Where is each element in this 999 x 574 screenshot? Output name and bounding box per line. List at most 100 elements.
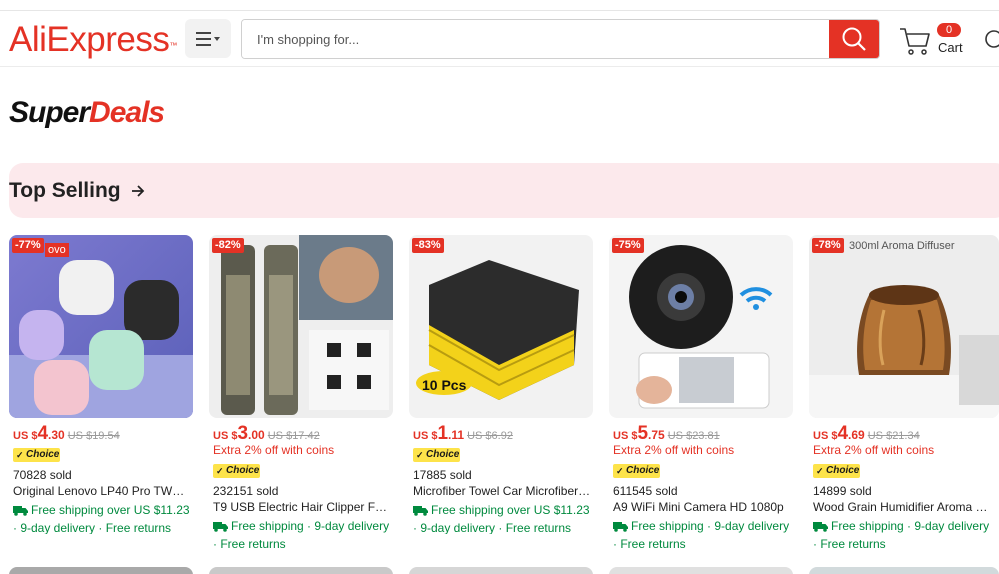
shipping-info: Free shipping · 9-day delivery · Free re… xyxy=(613,518,793,552)
price-currency: US $ xyxy=(13,430,38,442)
aliexpress-logo[interactable]: AliExpress™ xyxy=(9,20,177,60)
product-image[interactable]: -82% xyxy=(209,235,393,418)
product-image[interactable]: -75% xyxy=(609,235,793,418)
logo-text: AliExpress xyxy=(9,20,170,59)
discount-badge: -77% xyxy=(12,238,44,253)
cart-count-badge: 0 xyxy=(937,23,961,37)
truck-icon xyxy=(613,520,628,536)
coins-offer: Extra 2% off with coins xyxy=(813,443,935,457)
choice-badge: Choice xyxy=(213,464,260,478)
choice-badge: Choice xyxy=(813,464,860,478)
product-card-next-row[interactable] xyxy=(609,567,793,574)
discount-badge: -83% xyxy=(412,238,444,253)
product-card-next-row[interactable] xyxy=(9,567,193,574)
product-title[interactable]: T9 USB Electric Hair Clipper For Men xyxy=(213,500,391,514)
aroma-diffuser-image xyxy=(809,235,999,418)
price-currency: US $ xyxy=(213,430,238,442)
product-image[interactable]: -83% 10 Pcs xyxy=(409,235,593,418)
product-title[interactable]: Wood Grain Humidifier Aroma Diffuser xyxy=(813,500,989,514)
cart-icon xyxy=(900,28,930,55)
page-title-part2: Deals xyxy=(89,96,165,129)
image-caption: 300ml Aroma Diffuser xyxy=(849,240,955,252)
sold-count: 70828 sold xyxy=(13,468,72,482)
coins-offer: Extra 2% off with coins xyxy=(613,443,735,457)
shipping-text: Free shipping · 9-day delivery · Free re… xyxy=(813,519,990,551)
old-price: US $17.42 xyxy=(267,430,320,442)
shipping-info: Free shipping over US $11.23 · 9-day del… xyxy=(13,502,193,534)
product-title[interactable]: Microfiber Towel Car Microfiber Cloth xyxy=(413,484,591,498)
old-price: US $21.34 xyxy=(867,430,920,442)
coins-offer: Extra 2% off with coins xyxy=(213,443,335,457)
price-int: 5 xyxy=(637,423,649,444)
search-input[interactable] xyxy=(242,20,831,58)
price-dec: .69 xyxy=(848,428,865,442)
choice-badge: Choice xyxy=(413,448,460,462)
price-dec: .75 xyxy=(648,428,665,442)
price: US $4.30 US $19.54 xyxy=(13,423,120,445)
shipping-text: Free shipping · 9-day delivery · Free re… xyxy=(213,519,390,551)
price: US $5.75 US $23.81 xyxy=(613,423,720,445)
price: US $1.11 US $6.92 xyxy=(413,423,513,445)
mini-camera-image xyxy=(609,235,793,418)
price: US $3.00 US $17.42 xyxy=(213,423,320,445)
price-currency: US $ xyxy=(613,430,638,442)
shipping-info: Free shipping · 9-day delivery · Free re… xyxy=(213,518,393,552)
old-price: US $19.54 xyxy=(67,430,120,442)
old-price: US $23.81 xyxy=(667,430,720,442)
image-pack-label: 10 Pcs xyxy=(422,377,467,393)
image-brand-text: ovo xyxy=(45,243,69,257)
price-int: 1 xyxy=(437,423,449,444)
header: AliExpress™ 0 Cart xyxy=(0,11,999,67)
page-title-part1: Super xyxy=(9,96,90,129)
price-currency: US $ xyxy=(813,430,838,442)
old-price: US $6.92 xyxy=(467,430,513,442)
shipping-text: Free shipping over US $11.23 · 9-day del… xyxy=(413,503,590,534)
search-bar xyxy=(241,19,880,59)
product-title[interactable]: A9 WiFi Mini Camera HD 1080p xyxy=(613,500,791,514)
search-button[interactable] xyxy=(829,20,879,58)
user-account-icon[interactable] xyxy=(983,28,999,50)
cart-label: Cart xyxy=(938,40,963,55)
shipping-text: Free shipping · 9-day delivery · Free re… xyxy=(613,519,790,551)
shipping-info: Free shipping · 9-day delivery · Free re… xyxy=(813,518,993,552)
truck-icon xyxy=(13,504,28,520)
truck-icon xyxy=(213,520,228,536)
top-selling-header[interactable]: Top Selling xyxy=(9,163,999,218)
product-image[interactable]: -78% 300ml Aroma Diffuser xyxy=(809,235,999,418)
page-title: SuperDeals xyxy=(9,95,165,131)
price-currency: US $ xyxy=(413,430,438,442)
category-menu-button[interactable] xyxy=(185,19,231,58)
shipping-info: Free shipping over US $11.23 · 9-day del… xyxy=(413,502,593,534)
search-icon xyxy=(842,27,866,51)
sold-count: 232151 sold xyxy=(213,484,279,498)
hamburger-menu-icon xyxy=(196,31,220,46)
product-image[interactable]: -77% ovo xyxy=(9,235,193,418)
sold-count: 611545 sold xyxy=(613,484,678,498)
earbuds-image xyxy=(9,235,193,418)
cart-button[interactable]: 0 Cart xyxy=(899,23,969,57)
arrow-right-icon xyxy=(131,184,145,198)
product-title[interactable]: Original Lenovo LP40 Pro TWS Wireless Ea… xyxy=(13,484,191,498)
product-card-next-row[interactable] xyxy=(409,567,593,574)
discount-badge: -82% xyxy=(212,238,244,253)
section-title: Top Selling xyxy=(9,178,121,202)
discount-badge: -78% xyxy=(812,238,844,253)
product-card-next-row[interactable] xyxy=(209,567,393,574)
choice-badge: Choice xyxy=(613,464,660,478)
choice-badge: Choice xyxy=(13,448,60,462)
price-dec: .30 xyxy=(48,428,65,442)
truck-icon xyxy=(813,520,828,536)
sold-count: 14899 sold xyxy=(813,484,872,498)
price-int: 3 xyxy=(237,423,249,444)
product-card-next-row[interactable] xyxy=(809,567,999,574)
discount-badge: -75% xyxy=(612,238,644,253)
hair-clipper-image xyxy=(209,235,393,418)
sold-count: 17885 sold xyxy=(413,468,472,482)
price-dec: .11 xyxy=(448,428,465,442)
price-int: 4 xyxy=(837,423,849,444)
price-int: 4 xyxy=(37,423,49,444)
price: US $4.69 US $21.34 xyxy=(813,423,920,445)
shipping-text: Free shipping over US $11.23 · 9-day del… xyxy=(13,503,190,534)
truck-icon xyxy=(413,504,428,520)
price-dec: .00 xyxy=(248,428,265,442)
